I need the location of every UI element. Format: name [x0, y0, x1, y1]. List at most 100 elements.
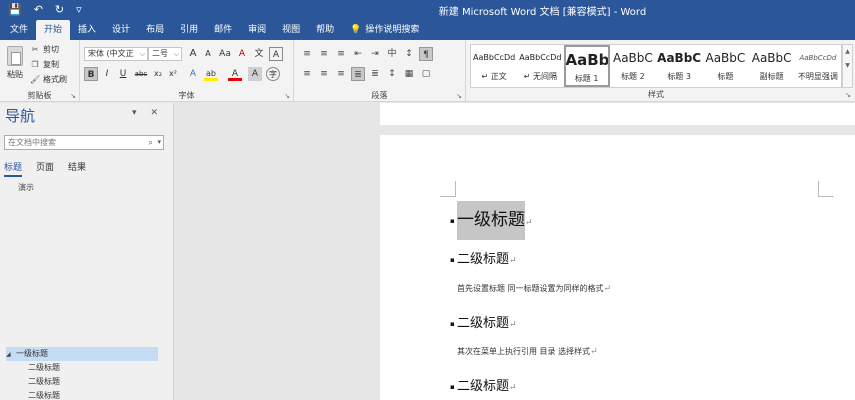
- shrink-font-button[interactable]: A: [201, 47, 215, 61]
- pane-options-icon[interactable]: ▾: [132, 108, 137, 118]
- tell-me-search[interactable]: 💡 操作说明搜索: [342, 20, 427, 40]
- heading-2-paragraph[interactable]: ▪ 二级标题↵: [450, 312, 517, 331]
- tab-references[interactable]: 引用: [172, 20, 206, 40]
- document-page[interactable]: ▪ 一级标题↵ ▪ 二级标题↵ 首先设置标题 同一标题设置为同样的格式↵ ▪ 二级标题…: [380, 103, 855, 400]
- style-subtitle[interactable]: AaBbC 副标题: [749, 45, 795, 87]
- collapse-triangle-icon[interactable]: ◢: [6, 348, 16, 362]
- clipboard-group: 粘贴 ✂ 剪切 ❐ 复制 🖌 格式刷 剪贴板 ↘: [0, 40, 80, 102]
- style-preview: AaBbC: [751, 51, 792, 65]
- close-icon[interactable]: ✕: [151, 108, 159, 118]
- font-launcher-icon[interactable]: ↘: [284, 92, 290, 100]
- chevron-up-icon[interactable]: ▲: [845, 48, 850, 55]
- styles-gallery-scrollbar[interactable]: ▲ ▼: [842, 44, 853, 88]
- style-title[interactable]: AaBbC 标题: [702, 45, 748, 87]
- window-title: 新建 Microsoft Word 文档 [兼容模式] - Word: [438, 7, 647, 18]
- heading-2-text: 二级标题: [457, 379, 510, 394]
- tell-me-label: 操作说明搜索: [365, 25, 420, 35]
- chevron-down-icon[interactable]: ▾: [157, 136, 161, 149]
- asian-layout-button[interactable]: 中: [385, 47, 399, 61]
- font-group: 宋体 (中文正 ⌵ 二号 ⌵ A A Aa A 文 A B I U abc x₂…: [80, 40, 294, 102]
- nav-tab-results[interactable]: 结果: [68, 160, 86, 177]
- paragraph-bullet-icon: ▪: [450, 319, 455, 328]
- paragraph-launcher-icon[interactable]: ↘: [456, 92, 462, 100]
- multilevel-list-button[interactable]: ≡: [334, 47, 348, 61]
- align-right-button[interactable]: ≡: [334, 67, 348, 81]
- paragraph-mark-icon: ↵: [603, 284, 612, 294]
- body-paragraph[interactable]: 其次在菜单上执行引用 目录 选择样式↵: [457, 346, 598, 357]
- style-subtle-emphasis[interactable]: AaBbCcDd 不明显强调: [795, 45, 841, 87]
- styles-launcher-icon[interactable]: ↘: [845, 91, 851, 99]
- navigation-search-input[interactable]: 在文档中搜索 ⌕ ▾: [4, 135, 164, 150]
- tab-view[interactable]: 视图: [274, 20, 308, 40]
- borders-button[interactable]: ▢: [419, 67, 433, 81]
- enclose-characters-button[interactable]: 字: [266, 67, 280, 81]
- heading-2-paragraph[interactable]: ▪ 二级标题↵: [450, 375, 517, 394]
- chevron-down-icon[interactable]: ▼: [845, 62, 850, 69]
- paragraph-row-1: ≡ ≡ ≡ ⇤ ⇥ 中 ↕ ¶: [300, 47, 433, 61]
- increase-indent-button[interactable]: ⇥: [368, 47, 382, 61]
- heading-1-text: 一级标题: [457, 201, 525, 240]
- align-center-button[interactable]: ≡: [317, 67, 331, 81]
- style-normal[interactable]: AaBbCcDd ↵ 正文: [471, 45, 517, 87]
- change-case-button[interactable]: Aa: [218, 47, 232, 61]
- format-painter-button[interactable]: 🖌 格式刷: [30, 74, 67, 85]
- line-spacing-button[interactable]: ↕: [385, 67, 399, 81]
- style-heading-2[interactable]: AaBbC 标题 2: [610, 45, 656, 87]
- numbering-button[interactable]: ≡: [317, 47, 331, 61]
- style-preview: AaBbCcDd: [473, 53, 516, 62]
- show-marks-button[interactable]: ¶: [419, 47, 433, 61]
- navigation-pane: 导航 ▾ ✕ 在文档中搜索 ⌕ ▾ 标题 页面 结果 演示 ◢ 一级标题 二级标题…: [0, 103, 174, 400]
- font-color-button[interactable]: A: [228, 67, 242, 81]
- search-icon[interactable]: ⌕: [149, 136, 153, 149]
- tab-insert[interactable]: 插入: [70, 20, 104, 40]
- grow-font-button[interactable]: A: [186, 47, 200, 61]
- style-heading-3[interactable]: AaBbC 标题 3: [656, 45, 702, 87]
- shading-button[interactable]: ▦: [402, 67, 416, 81]
- underline-button[interactable]: U: [116, 67, 130, 81]
- bullets-button[interactable]: ≡: [300, 47, 314, 61]
- style-no-spacing[interactable]: AaBbCcDd ↵ 无间隔: [517, 45, 563, 87]
- highlight-button[interactable]: ab: [204, 67, 218, 81]
- tree-item-heading-1[interactable]: ◢ 一级标题: [6, 347, 158, 361]
- clear-formatting-button[interactable]: A: [235, 47, 249, 61]
- tree-item-heading-2[interactable]: 二级标题: [6, 361, 158, 375]
- paragraph-bullet-icon: ▪: [450, 255, 455, 264]
- character-border-button[interactable]: A: [269, 47, 283, 61]
- tab-layout[interactable]: 布局: [138, 20, 172, 40]
- tree-item-heading-2[interactable]: 二级标题: [6, 389, 158, 400]
- sort-button[interactable]: ↕: [402, 47, 416, 61]
- paste-button[interactable]: 粘贴: [4, 44, 26, 84]
- strikethrough-button[interactable]: abc: [134, 67, 148, 81]
- justify-button[interactable]: ≣: [351, 67, 365, 81]
- clipboard-launcher-icon[interactable]: ↘: [70, 92, 76, 100]
- nav-tab-headings[interactable]: 标题: [4, 160, 23, 177]
- tab-design[interactable]: 设计: [104, 20, 138, 40]
- bold-button[interactable]: B: [84, 67, 98, 81]
- tab-mailings[interactable]: 邮件: [206, 20, 240, 40]
- font-name-dropdown[interactable]: 宋体 (中文正 ⌵: [84, 47, 148, 61]
- italic-button[interactable]: I: [100, 67, 114, 81]
- align-left-button[interactable]: ≡: [300, 67, 314, 81]
- tab-file[interactable]: 文件: [2, 20, 36, 40]
- tab-home[interactable]: 开始: [36, 20, 71, 40]
- tree-item-heading-2[interactable]: 二级标题: [6, 375, 158, 389]
- decrease-indent-button[interactable]: ⇤: [351, 47, 365, 61]
- scissors-icon: ✂: [31, 45, 39, 54]
- subscript-button[interactable]: x₂: [151, 67, 165, 81]
- style-heading-1[interactable]: AaBb 标题 1: [563, 45, 610, 87]
- character-shading-button[interactable]: A: [248, 67, 262, 81]
- phonetic-guide-button[interactable]: 文: [252, 47, 266, 61]
- copy-button[interactable]: ❐ 复制: [30, 59, 59, 70]
- tab-review[interactable]: 审阅: [240, 20, 274, 40]
- nav-tab-pages[interactable]: 页面: [36, 160, 54, 177]
- heading-2-paragraph[interactable]: ▪ 二级标题↵: [450, 248, 517, 267]
- body-text: 首先设置标题 同一标题设置为同样的格式: [457, 284, 604, 293]
- tab-help[interactable]: 帮助: [308, 20, 342, 40]
- superscript-button[interactable]: x²: [166, 67, 180, 81]
- font-size-dropdown[interactable]: 二号 ⌵: [148, 47, 182, 61]
- heading-1-paragraph[interactable]: ▪ 一级标题↵: [450, 201, 533, 240]
- body-paragraph[interactable]: 首先设置标题 同一标题设置为同样的格式↵: [457, 283, 611, 294]
- cut-button[interactable]: ✂ 剪切: [30, 44, 59, 55]
- distributed-button[interactable]: ≣: [368, 67, 382, 81]
- text-effects-button[interactable]: A: [186, 67, 200, 81]
